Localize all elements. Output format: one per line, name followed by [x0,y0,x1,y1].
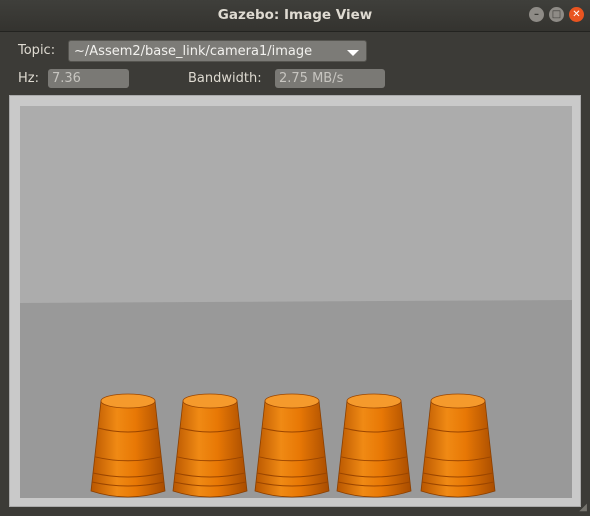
image-view-window: Gazebo: Image View – □ ✕ Topic: ~/Assem2… [0,0,590,516]
hz-label: Hz: [18,71,39,86]
close-icon: ✕ [572,9,581,20]
bandwidth-field: 2.75 MB/s [275,69,385,88]
minimize-button[interactable]: – [529,7,544,22]
cup-1 [90,393,166,498]
cup-4 [336,393,412,498]
camera-scene [20,106,572,498]
resize-grip-icon[interactable]: ◢ [579,502,587,513]
cup-2 [172,393,248,498]
chevron-down-icon [347,50,359,56]
topic-dropdown[interactable]: ~/Assem2/base_link/camera1/image [68,40,367,62]
maximize-icon: □ [551,9,562,20]
cup-5 [420,393,496,498]
maximize-button[interactable]: □ [549,7,564,22]
bandwidth-label: Bandwidth: [188,71,262,86]
hz-field: 7.36 [48,69,129,88]
image-panel [9,95,581,507]
minimize-icon: – [534,9,539,20]
topic-value: ~/Assem2/base_link/camera1/image [74,44,313,59]
close-button[interactable]: ✕ [569,7,584,22]
topic-label: Topic: [18,43,56,58]
cup-3 [254,393,330,498]
title-bar[interactable]: Gazebo: Image View – □ ✕ [0,0,590,32]
camera-image [20,106,572,498]
window-title: Gazebo: Image View [217,7,373,23]
scene-wall [20,106,572,303]
